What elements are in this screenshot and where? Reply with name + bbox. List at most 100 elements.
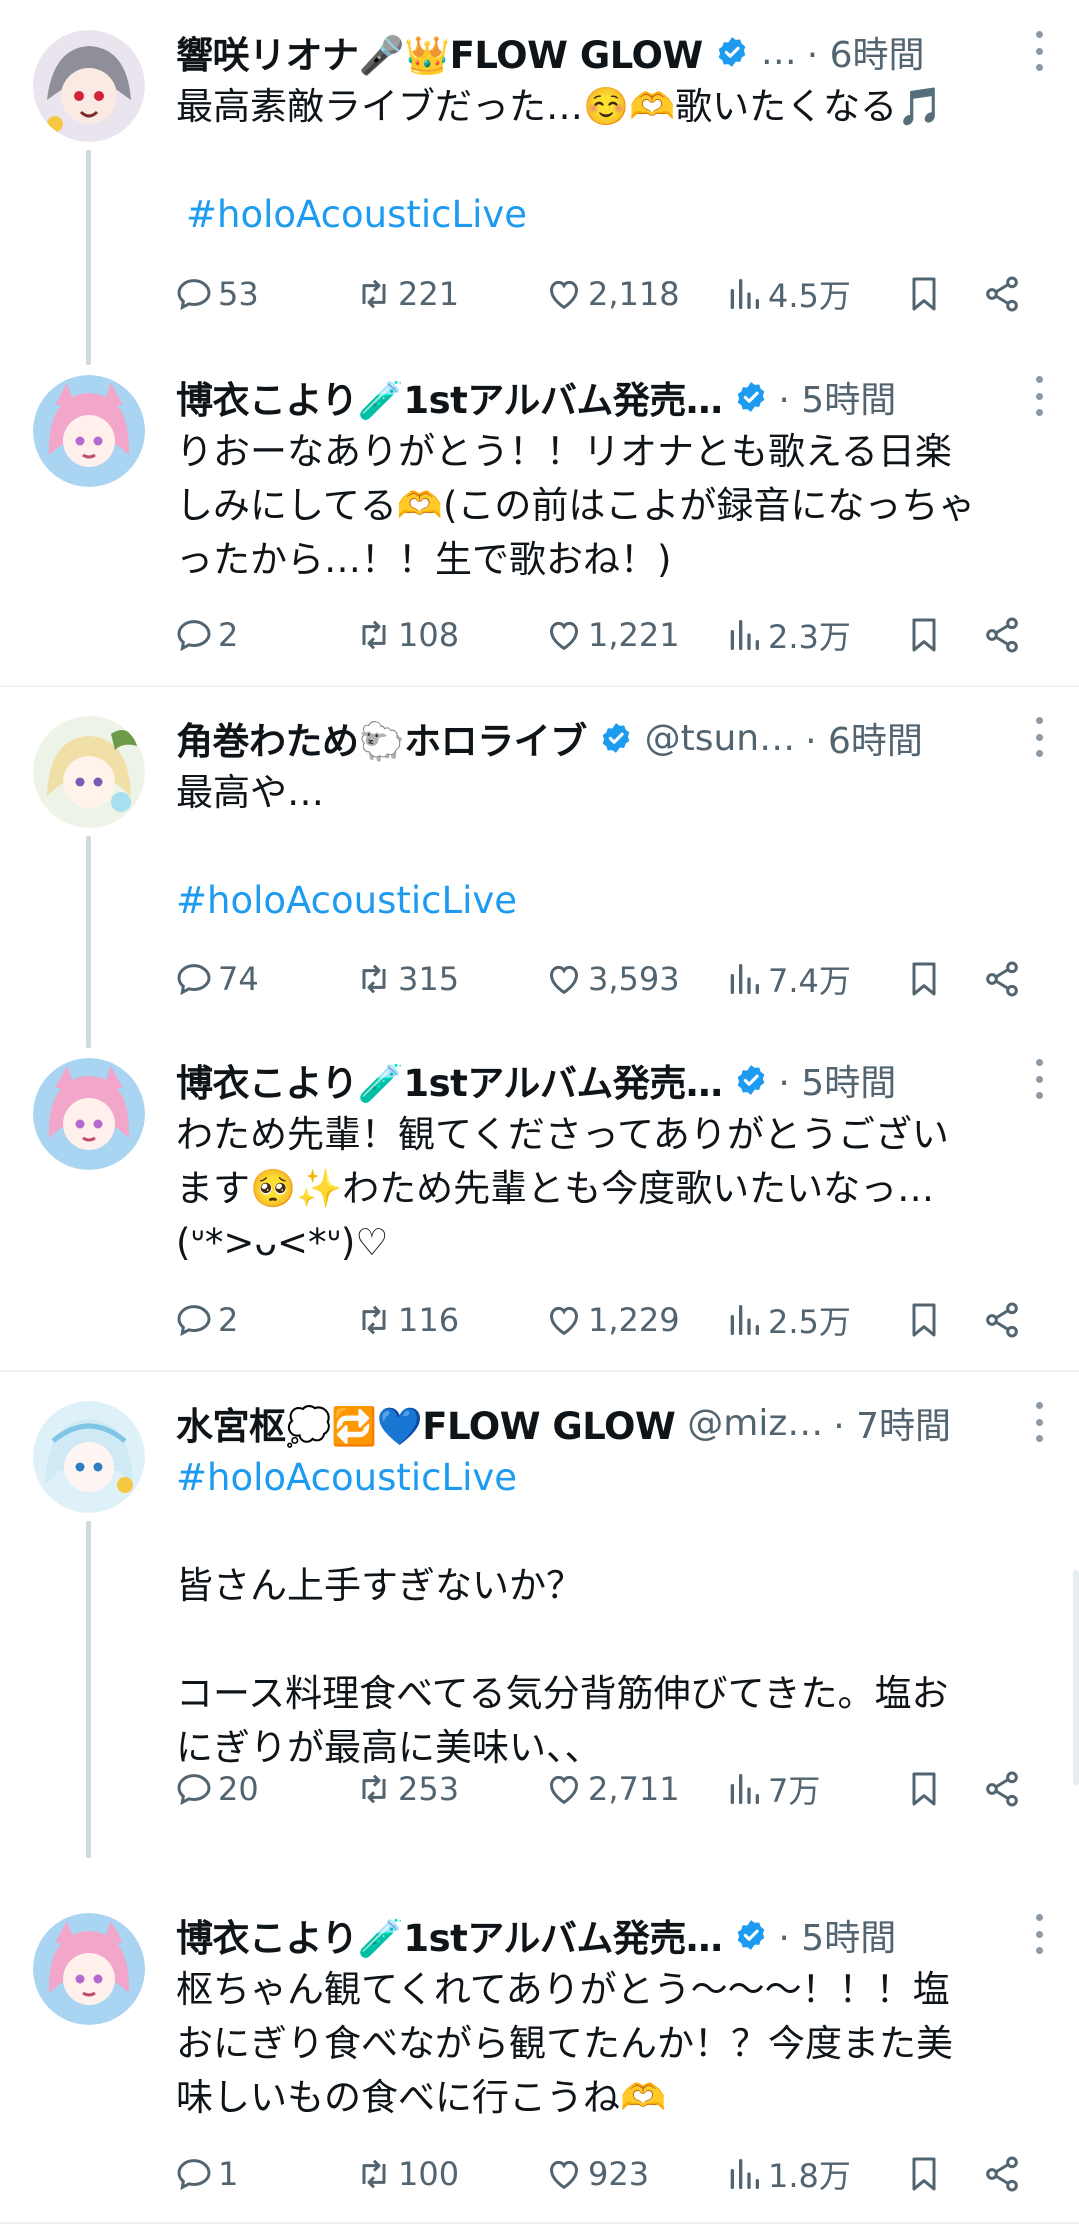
retweet-button[interactable]: 253 [354,1764,459,1814]
like-button[interactable]: 3,593 [544,954,680,1004]
retweet-count: 116 [398,1301,460,1339]
handle[interactable]: @miz… [687,1403,823,1444]
like-button[interactable]: 1,221 [544,610,680,660]
views-button[interactable]: 4.5万 [724,269,851,319]
display-name[interactable]: 博衣こより🧪1stアルバム発売… [176,1908,723,1962]
views-chart-icon [730,1305,759,1335]
bookmark-button[interactable] [904,610,948,660]
hashtag-link[interactable]: #holoAcousticLive [186,188,1036,242]
like-button[interactable]: 923 [544,2149,649,2199]
reply-icon [177,279,211,311]
text-line: ったから…！！生で歌おね！) [176,538,672,581]
reply-button[interactable]: 74 [174,954,259,1004]
reply-button[interactable]: 20 [174,1764,259,1814]
bookmark-button[interactable] [904,269,948,319]
view-count: 4.5万 [768,277,851,315]
text-line: (ᐡ*>ᴗ<*ᐡ)♡ [176,1221,389,1264]
views-button[interactable]: 7万 [724,1764,820,1814]
text-line: 最高や… [176,771,324,814]
more-options-icon[interactable] [1029,1402,1049,1442]
like-button[interactable]: 2,118 [544,269,680,319]
reply-button[interactable]: 2 [174,1295,238,1345]
views-chart-icon [730,2159,759,2189]
share-button[interactable] [982,269,1026,319]
timestamp[interactable]: · 5時間 [778,1054,896,1106]
timestamp[interactable]: · 7時間 [833,1397,951,1449]
tweet-text: りおーなありがとう！！リオナとも歌える日楽 しみにしてる🫶(この前はこよが録音に… [176,425,1036,587]
views-chart-icon [730,620,759,650]
handle[interactable]: … [761,32,797,73]
text-line: コース料理食べてる気分背筋伸びてきた。塩お [176,1672,949,1715]
retweet-icon [362,620,386,650]
bookmark-button[interactable] [904,954,948,1004]
retweet-button[interactable]: 221 [354,269,459,319]
like-button[interactable]: 1,229 [544,1295,680,1345]
handle[interactable]: @tsun… [645,718,796,759]
share-button[interactable] [982,1764,1026,1814]
more-options-icon[interactable] [1029,376,1049,416]
text-line [176,1613,1036,1667]
scrollbar[interactable] [1073,1570,1079,1785]
more-options-icon[interactable] [1029,31,1049,71]
display-name[interactable]: 角巻わため🐑ホロライブ [176,711,587,765]
display-name[interactable]: 水宮枢💭🔁💙FLOW GLOW [176,1396,676,1450]
timestamp[interactable]: · 5時間 [778,371,896,423]
reply-button[interactable]: 1 [174,2149,238,2199]
views-button[interactable]: 1.8万 [724,2149,851,2199]
more-options-icon[interactable] [1029,717,1049,757]
reply-button[interactable]: 2 [174,610,238,660]
retweet-button[interactable]: 100 [354,2149,459,2199]
display-name[interactable]: 博衣こより🧪1stアルバム発売… [176,1053,723,1107]
views-button[interactable]: 2.3万 [724,610,851,660]
share-button[interactable] [982,1295,1026,1345]
hashtag-link[interactable]: #holoAcousticLive [176,874,1036,928]
verified-badge-icon [738,1065,765,1095]
text-line [176,820,1036,874]
view-count: 2.3万 [768,618,851,656]
views-chart-icon [730,279,759,309]
display-name[interactable]: 博衣こより🧪1stアルバム発売… [176,370,723,424]
display-name[interactable]: 響咲リオナ🎤👑FLOW GLOW [176,25,703,79]
views-button[interactable]: 2.5万 [724,1295,851,1345]
avatar[interactable] [33,375,145,487]
hashtag-link[interactable]: #holoAcousticLive [176,1451,1036,1505]
heart-icon [549,621,579,651]
share-icon [986,1771,1018,1807]
avatar[interactable] [33,1401,145,1513]
share-icon [986,617,1018,653]
share-icon [986,2156,1018,2192]
bookmark-icon [912,2157,936,2191]
avatar[interactable] [33,30,145,142]
bookmark-icon [912,962,936,996]
retweet-count: 315 [398,960,460,998]
bookmark-button[interactable] [904,1295,948,1345]
timestamp[interactable]: · 6時間 [805,712,923,764]
timestamp[interactable]: · 6時間 [807,26,925,78]
avatar[interactable] [33,1058,145,1170]
avatar[interactable] [33,1913,145,2025]
timestamp[interactable]: · 5時間 [778,1909,896,1961]
like-button[interactable]: 2,711 [544,1764,680,1814]
retweet-button[interactable]: 116 [354,1295,459,1345]
bookmark-button[interactable] [904,2149,948,2199]
thread-line [86,1521,91,1858]
verified-badge-icon [718,37,746,67]
more-options-icon[interactable] [1029,1059,1049,1099]
views-chart-icon [730,1774,759,1804]
more-options-icon[interactable] [1029,1914,1049,1954]
retweet-button[interactable]: 108 [354,610,459,660]
bookmark-button[interactable] [904,1764,948,1814]
retweet-button[interactable]: 315 [354,954,459,1004]
share-button[interactable] [982,2149,1026,2199]
text-line [176,134,1036,188]
avatar[interactable] [33,716,145,828]
text-line: りおーなありがとう！！リオナとも歌える日楽 [176,430,952,473]
share-button[interactable] [982,954,1026,1004]
divider [0,1370,1079,1372]
views-button[interactable]: 7.4万 [724,954,851,1004]
retweet-count: 221 [398,275,460,313]
reply-button[interactable]: 53 [174,269,259,319]
divider [0,2222,1079,2224]
share-button[interactable] [982,610,1026,660]
retweet-count: 253 [398,1770,460,1808]
